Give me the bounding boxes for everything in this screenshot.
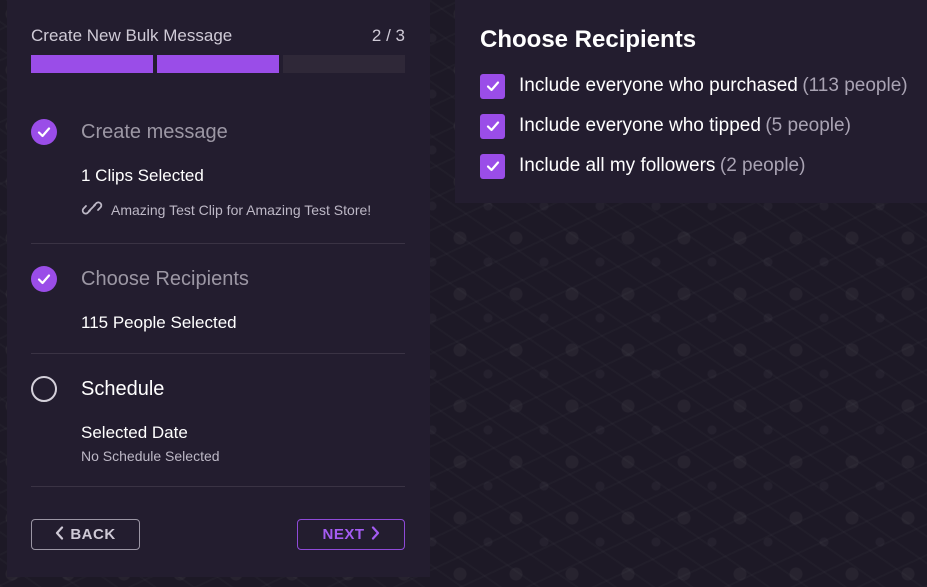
checkbox-checked[interactable]: [480, 73, 505, 99]
step-summary: 115 People Selected: [81, 313, 237, 332]
schedule-detail: No Schedule Selected: [81, 448, 220, 464]
progress-segment-2: [157, 55, 279, 73]
option-count: (113 people): [802, 75, 908, 96]
chevron-left-icon: [55, 525, 64, 544]
divider: [31, 353, 405, 354]
step-title: Schedule: [81, 378, 165, 400]
clip-link[interactable]: Amazing Test Clip for Amazing Test Store…: [81, 200, 405, 219]
progress-bar: [31, 55, 405, 73]
check-circle-icon: [31, 266, 57, 292]
step-choose-recipients[interactable]: Choose Recipients 115 People Selected: [31, 265, 405, 333]
option-count: (5 people): [765, 115, 851, 136]
step-schedule[interactable]: Schedule Selected Date No Schedule Selec…: [31, 375, 405, 464]
option-count: (2 people): [719, 155, 806, 176]
option-label: Include everyone who tipped: [519, 115, 761, 136]
check-circle-icon: [31, 119, 57, 145]
step-summary: Selected Date: [81, 423, 188, 442]
progress-segment-3: [283, 55, 405, 73]
choose-recipients-panel: Choose Recipients Include everyone who p…: [455, 0, 927, 203]
step-counter: 2 / 3: [371, 26, 405, 45]
option-everyone-tipped[interactable]: Include everyone who tipped (5 people): [480, 113, 851, 139]
back-button-label: BACK: [70, 526, 116, 543]
step-create-message[interactable]: Create message 1 Clips Selected Amazing …: [31, 118, 405, 219]
step-summary: 1 Clips Selected: [81, 166, 204, 185]
checkbox-checked[interactable]: [480, 153, 505, 179]
wizard-title: Create New Bulk Message: [31, 26, 233, 45]
back-button[interactable]: BACK: [31, 519, 140, 550]
panel-title: Choose Recipients: [480, 26, 697, 53]
option-label: Include everyone who purchased: [519, 75, 798, 96]
next-button-label: NEXT: [322, 526, 365, 543]
step-title: Choose Recipients: [81, 268, 249, 290]
checkbox-checked[interactable]: [480, 113, 505, 139]
next-button[interactable]: NEXT: [297, 519, 405, 550]
progress-segment-1: [31, 55, 153, 73]
empty-circle-icon: [31, 376, 57, 402]
divider: [31, 243, 405, 244]
divider: [31, 486, 405, 487]
chevron-right-icon: [371, 525, 380, 544]
step-title: Create message: [81, 121, 228, 143]
clip-link-text: Amazing Test Clip for Amazing Test Store…: [111, 201, 372, 218]
option-all-followers[interactable]: Include all my followers (2 people): [480, 153, 805, 179]
bulk-message-wizard: Create New Bulk Message 2 / 3 Create mes…: [7, 0, 430, 577]
option-everyone-purchased[interactable]: Include everyone who purchased (113 peop…: [480, 73, 908, 99]
option-label: Include all my followers: [519, 155, 716, 176]
link-icon: [81, 200, 103, 219]
